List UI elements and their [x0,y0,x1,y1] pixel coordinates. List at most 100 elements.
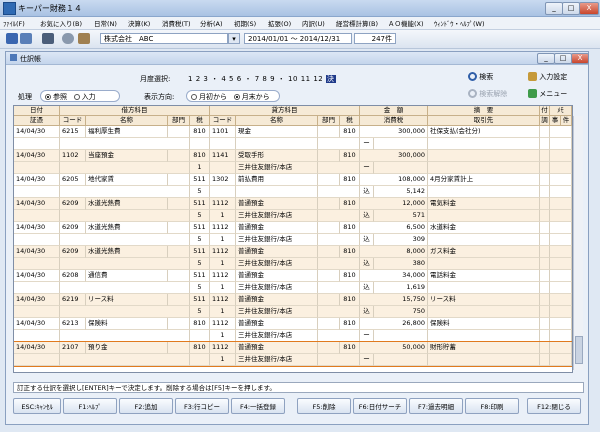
journal-close-button[interactable]: X [571,53,589,64]
fkey-f3-copy-row[interactable]: F3:行コピー [175,398,229,414]
cell-cdept [318,222,340,234]
table-row[interactable]: 14/04/30 6209 水道光熱費 511 1112 普通預金 810 8,000 ガス料金… [14,246,572,270]
grid-scrollbar[interactable] [573,116,583,370]
search-button[interactable]: 検索 [468,72,493,82]
month-12[interactable]: 12 [313,75,323,83]
input-settings-button[interactable]: 入力設定 [528,72,567,82]
company-select[interactable]: 株式会社 ABC [100,33,228,44]
month-6[interactable]: 6 [237,75,242,83]
table-row[interactable]: 14/04/30 6213 保険料 810 1112 普通預金 810 26,800 保険料 1 三… [14,318,572,342]
cell-chk [550,174,572,186]
month-sep: ・ [277,75,286,83]
fkey-f7-past-detail[interactable]: F7:過去明細 [409,398,463,414]
mail-icon[interactable] [42,33,54,44]
month-3[interactable]: 3 [203,75,208,83]
maximize-button[interactable]: □ [562,2,580,15]
cell-amount: 300,000 [360,126,428,138]
search-release-button[interactable]: 検索解除 [468,89,507,99]
menu-window-help[interactable]: ｳｨﾝﾄﾞｳ・ﾍﾙﾌﾟ(W) [434,18,485,28]
cell-blank [60,210,190,222]
journal-titlebar: 仕訳帳 _ □ X [6,52,589,65]
cell-sub-tax [374,330,428,342]
journal-minimize-button[interactable]: _ [537,53,555,64]
table-row[interactable]: 14/04/30 6208 通信費 511 1112 普通預金 810 34,000 電話料金 5… [14,270,572,294]
table-row[interactable]: 14/04/30 6209 水道光熱費 511 1112 普通預金 810 6,500 水道料金… [14,222,572,246]
cell-sub-dtax: 5 [190,210,210,222]
radio-from-start[interactable]: 月初から [191,93,227,101]
table-row[interactable]: 14/04/30 6215 福利厚生費 810 1101 現金 810 300,000 社保支払… [14,126,572,150]
cell-dname: 地代家賃 [86,174,168,186]
cell-ccode: 1101 [210,126,236,138]
cell-sub-ccode [210,138,236,150]
table-row[interactable]: 14/04/30 6209 水道光熱費 511 1112 普通預金 810 12,000 電気料… [14,198,572,222]
table-row[interactable]: 14/04/30 6205 地代家賃 511 1302 前払費用 810 108,000 4月分… [14,174,572,198]
period-field[interactable]: 2014/01/01 ～ 2014/12/31 [244,33,352,44]
month-9[interactable]: 9 [270,75,275,83]
menu-extension[interactable]: 拡張(O) [268,18,291,28]
table-row[interactable]: 14/04/30 1102 当座預金 810 1141 受取手形 810 300,000 1 三井… [14,150,572,174]
menu-analysis[interactable]: 分析(A) [200,18,223,28]
menu-management[interactable]: 経営標計算(B) [336,18,378,28]
tool-icon[interactable] [78,33,90,44]
month-4[interactable]: 4 [221,75,226,83]
close-button[interactable]: X [579,2,599,15]
magnifier-icon[interactable] [62,33,74,44]
save-icon[interactable] [6,33,18,44]
menu-button[interactable]: メニュー [528,89,567,99]
cell-blank [60,186,190,198]
table-row[interactable]: 14/04/30 2107 預り金 810 1112 普通預金 810 50,000 財形貯蓄 1… [14,341,572,367]
month-5[interactable]: 5 [229,75,234,83]
minimize-button[interactable]: _ [545,2,563,15]
month-10[interactable]: 10 [288,75,298,83]
menu-favorites[interactable]: お気に入り(B) [40,18,82,28]
fkey-f6-date-search[interactable]: F6:日付サーチ [353,398,407,414]
cell-blank [60,138,190,150]
fkey-f1-help[interactable]: F1:ﾍﾙﾌﾟ [63,398,117,414]
cell-att [540,270,550,282]
fkey-f8-print[interactable]: F8:印刷 [465,398,519,414]
fkey-esc-cancel[interactable]: ESC:ｷｬﾝｾﾙ [13,398,61,414]
menu-daily[interactable]: 日常(N) [94,18,117,28]
month-2[interactable]: 2 [196,75,201,83]
cell-sub-tax [374,138,428,150]
fkey-f2-add[interactable]: F2:追加 [119,398,173,414]
cell-date: 14/04/30 [14,318,60,330]
scrollbar-thumb[interactable] [575,336,583,364]
cell-cname: 受取手形 [236,150,318,162]
cell-amount: 15,750 [360,294,428,306]
month-1[interactable]: 1 [188,75,193,83]
journal-maximize-button[interactable]: □ [554,53,572,64]
menu-file[interactable]: ﾌｧｲﾙ(F) [3,18,25,28]
cell-cdept [318,342,340,354]
month-selector[interactable]: 1 2 3 ・ 4 5 6 ・ 7 8 9 ・ 10 11 12 決 [188,74,336,84]
month-7[interactable]: 7 [255,75,260,83]
fkey-f5-delete[interactable]: F5:削除 [297,398,351,414]
radio-from-end[interactable]: 月末から [233,93,270,101]
month-8[interactable]: 8 [262,75,267,83]
month-11[interactable]: 11 [301,75,311,83]
menu-tax[interactable]: 消費税(T) [162,18,191,28]
month-closing[interactable]: 決 [326,75,336,83]
chevron-down-icon[interactable]: ▾ [228,33,240,44]
radio-input[interactable]: 入力 [73,93,96,101]
cell-cname: 普通預金 [236,222,318,234]
menu-initial[interactable]: 初期(S) [234,18,256,28]
fkey-f12-close[interactable]: F12:閉じる [527,398,581,414]
cell-blank [540,306,550,318]
menu-ao[interactable]: ＡＯ機能(X) [388,18,424,28]
cell-summary: 電話料金 [428,270,540,282]
menu-breakdown[interactable]: 内訳(U) [302,18,325,28]
cell-dcode: 6205 [60,174,86,186]
cell-sub-mark: ー [360,354,374,366]
cell-dname: 通信費 [86,270,168,282]
fkey-f4-bulk-register[interactable]: F4:一括登録 [231,398,285,414]
open-icon[interactable] [20,33,32,44]
app-titlebar: キーパー財務１４ _ □ X [0,0,600,17]
table-row[interactable]: 14/04/30 6219 リース料 511 1112 普通預金 810 15,750 リース料… [14,294,572,318]
col-ccode: コード [210,116,236,126]
cell-voucher [14,354,60,366]
cell-cdept [318,318,340,330]
menu-closing[interactable]: 決算(K) [128,18,150,28]
col-cname: 名称 [236,116,318,126]
radio-view[interactable]: 参照 [45,93,67,101]
